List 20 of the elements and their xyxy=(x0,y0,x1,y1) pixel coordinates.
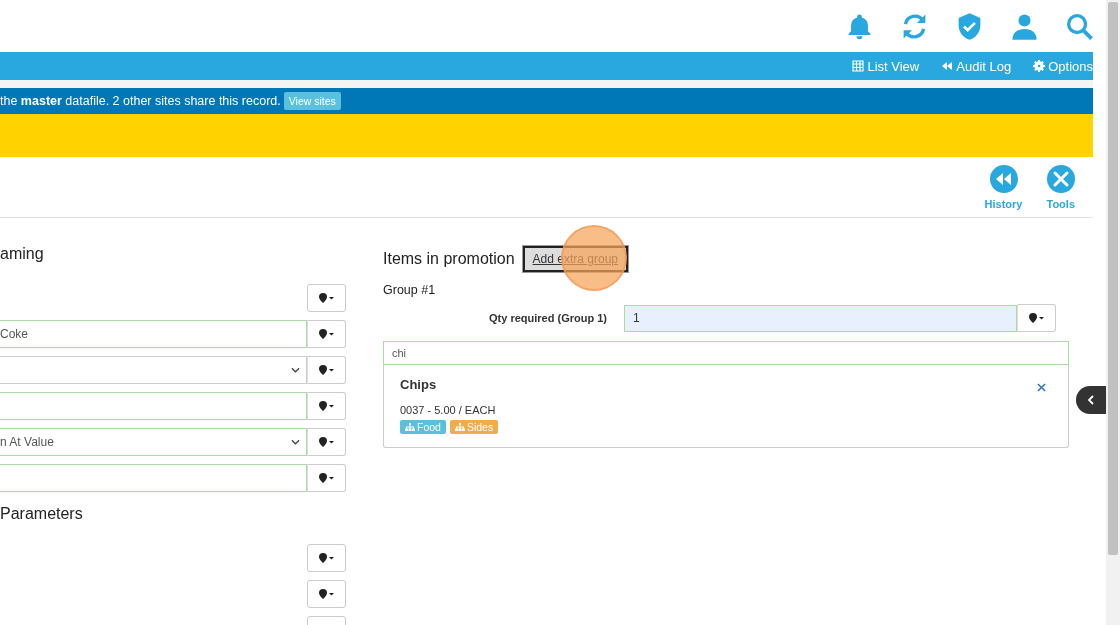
category-tag: Sides xyxy=(449,420,499,434)
nav-link[interactable]: Options xyxy=(1033,58,1093,74)
select-field[interactable]: n At Value xyxy=(0,428,307,456)
banner-text: the master datafile. 2 other sites share this record. xyxy=(0,94,281,108)
input-field[interactable]: Coke xyxy=(0,320,307,348)
group-title: Group #1 xyxy=(383,283,437,297)
category-tag: Food xyxy=(400,420,446,434)
view-sites-button[interactable]: View sites xyxy=(283,92,341,110)
nav-link[interactable]: Audit Log xyxy=(941,58,1012,74)
qty-input-field[interactable]: 1 xyxy=(624,304,1017,332)
section-heading: aming xyxy=(0,244,45,264)
toolbar-button[interactable]: History xyxy=(984,164,1023,210)
result-detail: 0037 - 5.00 / EACH xyxy=(400,404,497,416)
nav-link[interactable]: List View xyxy=(852,58,920,74)
result-name[interactable]: Chips xyxy=(400,377,437,392)
section-heading: Items in promotion xyxy=(383,249,515,269)
search-field[interactable]: chi xyxy=(383,341,1069,365)
field-label: Qty required (Group 1) xyxy=(488,312,608,324)
section-heading: Parameters xyxy=(0,504,84,524)
toolbar-button[interactable]: Tools xyxy=(1046,164,1075,210)
